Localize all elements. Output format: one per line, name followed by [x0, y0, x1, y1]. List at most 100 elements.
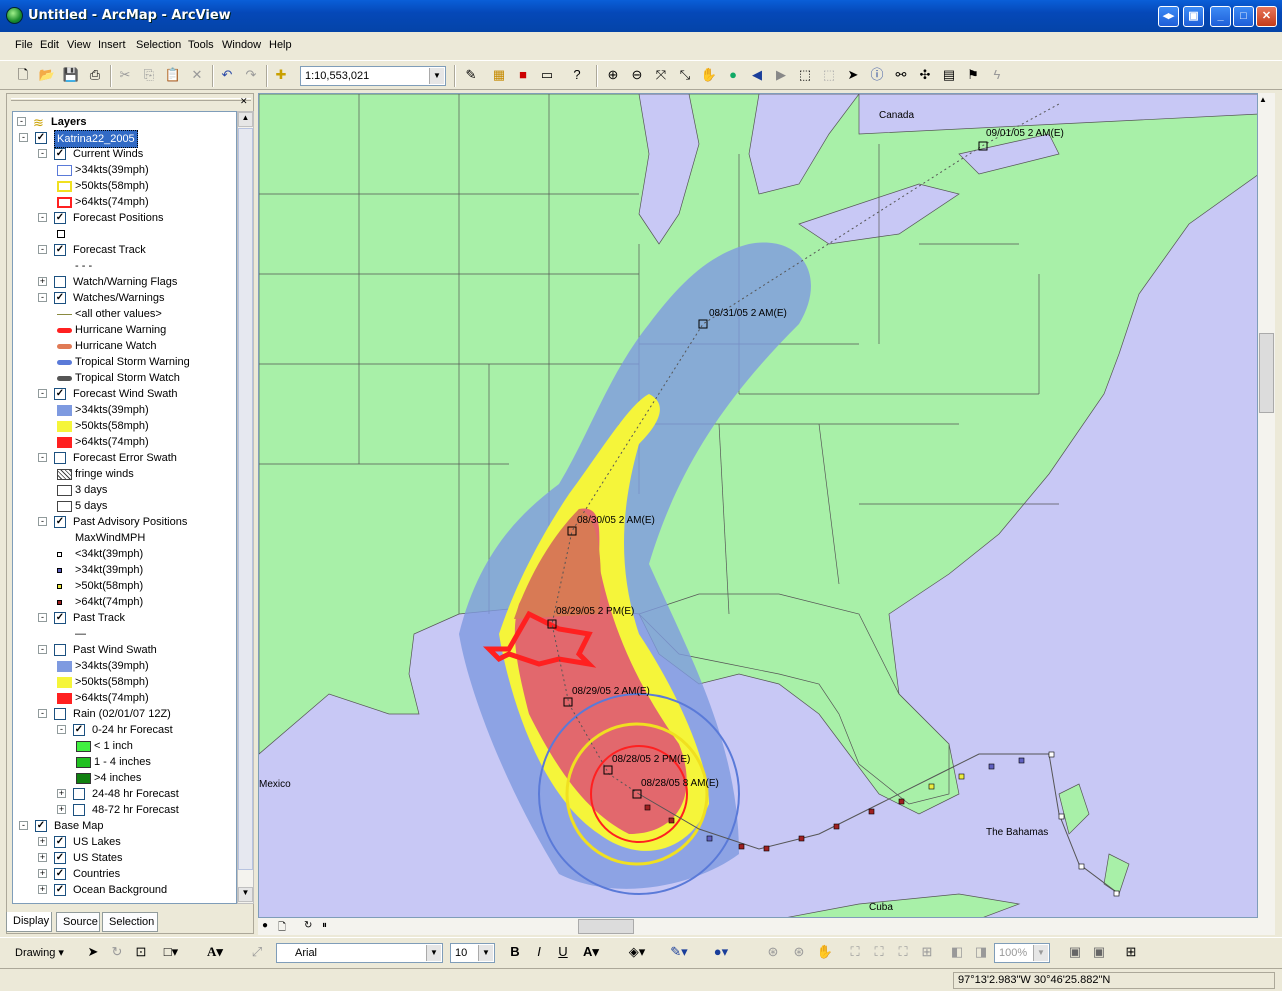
zoom-out-icon[interactable]: ⊖ [628, 66, 646, 84]
menu-help[interactable]: Help [269, 39, 292, 51]
clear-selection-icon[interactable]: ⬚ [820, 66, 838, 84]
layer-checkbox[interactable]: ✓ [54, 884, 66, 896]
chevron-down-icon[interactable]: ▼ [1033, 945, 1048, 961]
expand-icon[interactable]: + [38, 837, 47, 846]
toc-row[interactable]: Hurricane Warning [15, 322, 236, 338]
map-horizontal-scrollbar[interactable]: ● 🗋 ↻ ⏸ [258, 918, 1275, 935]
menu-window[interactable]: Window [222, 39, 261, 51]
toc-row[interactable]: Tropical Storm Watch [15, 370, 236, 386]
toc-row[interactable]: - ✓ Forecast Positions [15, 210, 236, 226]
print-icon[interactable]: ⎙ [86, 66, 104, 84]
paste-icon[interactable]: 📋 [164, 66, 182, 84]
command-line-icon[interactable]: ▭ [538, 66, 556, 84]
delete-icon[interactable]: ✕ [188, 66, 206, 84]
whats-this-help-icon[interactable]: ? [568, 66, 586, 84]
collapse-icon[interactable]: - [17, 117, 26, 126]
toc-row[interactable]: <all other values> [15, 306, 236, 322]
toc-row[interactable]: >34kts(39mph) [15, 658, 236, 674]
toc-row[interactable]: - ✓ Watches/Warnings [15, 290, 236, 306]
arctoolbox-icon[interactable]: ■ [514, 66, 532, 84]
order-icon[interactable]: ✋ [816, 943, 834, 961]
redo-icon[interactable]: ↷ [242, 66, 260, 84]
focus-frame-icon[interactable]: ▣ [1090, 943, 1108, 961]
zoom-to-selected-icon[interactable]: ⊡ [132, 943, 150, 961]
forward-extent-icon[interactable]: ◨ [972, 943, 990, 961]
toc-row[interactable]: - Rain (02/01/07 12Z) [15, 706, 236, 722]
scroll-thumb[interactable] [238, 128, 253, 870]
font-color-icon[interactable]: A▾ [582, 943, 600, 961]
restore-toggle-button[interactable]: ◂▸ [1158, 6, 1179, 27]
toc-row[interactable]: >34kt(39mph) [15, 562, 236, 578]
close-icon[interactable]: ✕ [240, 96, 248, 107]
map-scale-combobox[interactable]: 1:10,553,021 ▼ [300, 66, 446, 86]
toc-row[interactable]: >64kts(74mph) [15, 434, 236, 450]
fill-color-icon[interactable]: ◈▾ [628, 943, 646, 961]
menu-tools[interactable]: Tools [188, 39, 214, 51]
scroll-thumb[interactable] [1259, 333, 1274, 413]
expand-icon[interactable]: + [57, 789, 66, 798]
save-icon[interactable]: 💾 [62, 66, 80, 84]
toc-row[interactable]: - - - [15, 258, 236, 274]
hyperlink-icon[interactable]: ⚑ [964, 66, 982, 84]
go-to-xy-icon[interactable]: ✣ [916, 66, 934, 84]
toc-row[interactable]: >34kts(39mph) [15, 162, 236, 178]
toc-row[interactable]: 1 - 4 inches [15, 754, 236, 770]
layer-checkbox[interactable]: ✓ [54, 868, 66, 880]
expand-icon[interactable]: + [38, 885, 47, 894]
layout-view-icon[interactable]: 🗋 [278, 920, 286, 937]
layer-checkbox[interactable]: ✓ [54, 612, 66, 624]
fixed-zoom-out-icon[interactable]: ⤡ [676, 66, 694, 84]
back-extent-icon[interactable]: ◧ [948, 943, 966, 961]
panel-grip[interactable] [11, 98, 251, 101]
group-icon[interactable]: ⊛ [764, 943, 782, 961]
toc-row[interactable]: - ✓ Past Advisory Positions [15, 514, 236, 530]
toc-row[interactable]: 5 days [15, 498, 236, 514]
layer-checkbox[interactable] [54, 276, 66, 288]
toc-row[interactable]: - ✓ Forecast Wind Swath [15, 386, 236, 402]
layer-checkbox[interactable]: ✓ [35, 132, 47, 144]
minimize-button[interactable]: _ [1210, 6, 1231, 27]
find-binoculars-icon[interactable]: ⚯ [892, 66, 910, 84]
lightning-hotlink-icon[interactable]: ϟ [988, 66, 1006, 84]
collapse-icon[interactable]: - [38, 613, 47, 622]
layer-checkbox[interactable]: ✓ [54, 516, 66, 528]
zoom-out-fixed-icon[interactable]: ⛶ [894, 943, 912, 961]
toc-row[interactable]: + ✓ Countries [15, 866, 236, 882]
scroll-down-icon[interactable]: ▼ [238, 887, 253, 902]
toc-row[interactable]: <34kt(39mph) [15, 546, 236, 562]
collapse-icon[interactable]: - [38, 389, 47, 398]
edit-vertices-icon[interactable]: ⤢ [248, 943, 266, 961]
toc-row[interactable]: Hurricane Watch [15, 338, 236, 354]
chevron-down-icon[interactable]: ▼ [478, 945, 493, 961]
undo-icon[interactable]: ↶ [218, 66, 236, 84]
layer-checkbox[interactable]: ✓ [54, 212, 66, 224]
tab-display[interactable]: Display [6, 912, 52, 932]
bold-icon[interactable]: B [506, 943, 524, 961]
layer-checkbox[interactable]: ✓ [35, 820, 47, 832]
editor-toolbar-icon[interactable]: ✎ [462, 66, 480, 84]
toc-row[interactable]: >4 inches [15, 770, 236, 786]
toc-row[interactable]: — [15, 626, 236, 642]
collapse-icon[interactable]: - [38, 149, 47, 158]
open-folder-icon[interactable]: 📂 [38, 66, 56, 84]
toc-row[interactable]: MaxWindMPH [15, 530, 236, 546]
menu-file[interactable]: File [15, 39, 33, 51]
collapse-icon[interactable]: - [19, 821, 28, 830]
pan-hand-icon[interactable]: ✋ [700, 66, 718, 84]
toc-row[interactable] [15, 226, 236, 242]
toc-row[interactable]: - ✓ 0-24 hr Forecast [15, 722, 236, 738]
menu-insert[interactable]: Insert [98, 39, 126, 51]
layer-checkbox[interactable]: ✓ [54, 852, 66, 864]
collapse-icon[interactable]: - [38, 709, 47, 718]
font-size-combobox[interactable]: 10 ▼ [450, 943, 495, 963]
menu-edit[interactable]: Edit [40, 39, 59, 51]
tab-selection[interactable]: Selection [102, 912, 158, 932]
layer-checkbox[interactable] [73, 804, 85, 816]
arccatalog-icon[interactable]: ▦ [490, 66, 508, 84]
toc-row[interactable]: Tropical Storm Warning [15, 354, 236, 370]
change-layout-icon[interactable]: ⊞ [1122, 943, 1140, 961]
expand-icon[interactable]: + [38, 277, 47, 286]
layer-checkbox[interactable]: ✓ [54, 836, 66, 848]
italic-icon[interactable]: I [530, 943, 548, 961]
cut-icon[interactable]: ✂ [116, 66, 134, 84]
